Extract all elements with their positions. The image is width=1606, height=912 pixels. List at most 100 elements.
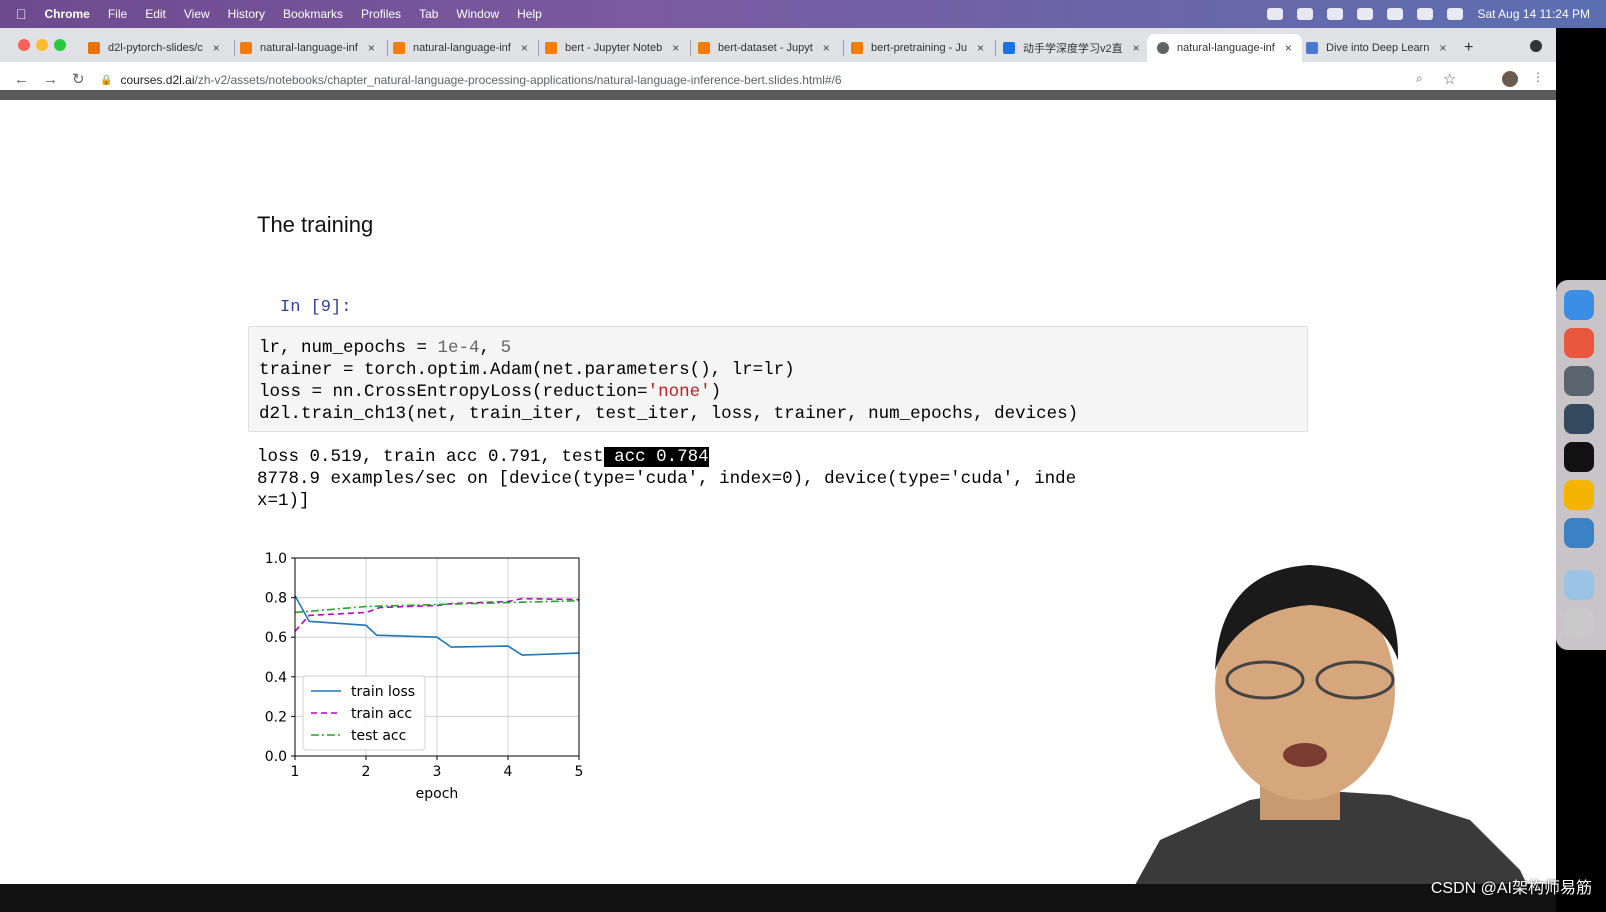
tab-bert-dataset[interactable]: bert-dataset - Jupyt × [698,34,830,62]
keynote-icon[interactable] [1564,518,1594,548]
menu-app-name[interactable]: Chrome [45,7,90,21]
close-icon[interactable]: × [1133,41,1140,55]
chart-xlabel: epoch [416,786,459,802]
tab-separator [234,40,235,56]
slide-progress-bar [0,90,1556,100]
tab-bert-jupyter[interactable]: bert - Jupyter Noteb × [545,34,679,62]
moon-icon[interactable] [1357,8,1374,20]
plus-icon: + [1464,39,1474,56]
code-line-1: lr, num_epochs = 1e-4, 5 [259,338,512,358]
cloud-icon[interactable] [1327,8,1344,20]
tab-label: natural-language-inf [413,42,511,54]
globe-icon [1157,42,1169,54]
finder-icon[interactable] [1564,290,1594,320]
output-line-3: x=1)] [257,491,310,511]
safari-icon[interactable] [1564,404,1594,434]
x-tick-label: 1 [291,764,300,780]
tab-natural-language-inf-2[interactable]: natural-language-inf × [393,34,528,62]
lock-icon[interactable]: 🔒 [100,75,112,86]
menu-file[interactable]: File [108,7,127,21]
new-tab-button[interactable]: + [1464,34,1473,62]
y-tick-label: 0.4 [265,670,287,686]
avatar[interactable] [1502,71,1518,87]
code-line-3: loss = nn.CrossEntropyLoss(reduction='no… [259,382,722,402]
macos-dock [1556,280,1606,650]
watermark-text: CSDN @AI架构师易筋 [1430,880,1592,897]
forward-icon[interactable]: → [43,71,58,88]
tab-natural-language-inf-1[interactable]: natural-language-inf × [240,34,375,62]
minimize-window-button[interactable] [36,39,48,51]
zoom-icon[interactable]: ⌕ [1416,71,1423,86]
tab-d2l-pytorch-slides[interactable]: d2l-pytorch-slides/c × [88,34,220,62]
y-tick-label: 1.0 [265,551,287,567]
launchpad-icon[interactable] [1564,328,1594,358]
presenter-mouth [1283,743,1327,767]
close-icon[interactable]: × [977,41,984,55]
apple-icon[interactable]:  [16,6,27,22]
menu-kebab-icon[interactable]: ⋮ [1532,70,1544,84]
selected-text[interactable]: acc 0.784 [603,447,709,467]
tab-label: natural-language-inf [260,42,358,54]
status-dropbox-icon[interactable] [1297,8,1314,20]
close-icon[interactable]: × [1285,41,1292,55]
tab-label: Dive into Deep Learn [1326,42,1430,54]
menu-edit[interactable]: Edit [145,7,166,21]
close-icon[interactable]: × [1439,41,1446,55]
cell-prompt: In [9]: [280,298,352,317]
tab-label: bert - Jupyter Noteb [565,42,663,54]
url-path: /zh-v2/assets/notebooks/chapter_natural-… [194,73,842,87]
y-tick-label: 0.8 [265,591,287,607]
reload-icon[interactable]: ↻ [72,70,85,88]
status-app-icon[interactable] [1267,8,1284,20]
preview-icon[interactable] [1564,570,1594,600]
chrome-icon[interactable] [1564,480,1594,510]
tab-separator [995,40,996,56]
close-window-button[interactable] [18,39,30,51]
legend-label: train loss [351,684,415,700]
url-domain: courses.d2l.ai [120,73,195,87]
x-tick-label: 5 [575,764,584,780]
tab-natural-language-inf-active[interactable]: natural-language-inf × [1147,34,1302,62]
tab-d2l-live[interactable]: 动手学深度学习v2直 × [1003,34,1140,62]
y-tick-label: 0.6 [265,630,287,646]
close-icon[interactable]: × [368,41,375,55]
control-center-icon[interactable] [1447,8,1464,20]
close-icon[interactable]: × [823,41,830,55]
trash-icon[interactable] [1564,608,1594,638]
code-cell[interactable]: lr, num_epochs = 1e-4, 5 trainer = torch… [248,326,1308,432]
menubar-clock[interactable]: Sat Aug 14 11:24 PM [1477,7,1590,21]
menu-tab[interactable]: Tab [419,7,438,21]
terminal-icon[interactable] [1564,442,1594,472]
tab-separator [843,40,844,56]
tab-favicon-icon [393,42,405,54]
x-tick-label: 4 [504,764,513,780]
tab-favicon-icon [698,42,710,54]
back-icon[interactable]: ← [14,71,29,88]
macos-menu-bar:  Chrome File Edit View History Bookmark… [0,0,1606,28]
system-preferences-icon[interactable] [1564,366,1594,396]
zoom-window-button[interactable] [54,39,66,51]
menu-history[interactable]: History [228,7,265,21]
menu-help[interactable]: Help [517,7,542,21]
bookmark-star-icon[interactable]: ☆ [1443,70,1456,88]
close-icon[interactable]: × [521,41,528,55]
address-bar[interactable]: 🔒 courses.d2l.ai/zh-v2/assets/notebooks/… [100,69,1510,91]
tab-favicon-icon [851,42,863,54]
close-icon[interactable]: × [672,41,679,55]
menu-bookmarks[interactable]: Bookmarks [283,7,343,21]
menu-view[interactable]: View [184,7,210,21]
close-icon[interactable]: × [213,41,220,55]
tab-dive-into-deep-learning[interactable]: Dive into Deep Learn × [1306,34,1446,62]
tab-label: d2l-pytorch-slides/c [108,42,203,54]
bottom-bar [0,884,1556,912]
menu-profiles[interactable]: Profiles [361,7,401,21]
tab-strip: d2l-pytorch-slides/c × natural-language-… [0,28,1556,62]
tab-bert-pretraining[interactable]: bert-pretraining - Ju × [851,34,984,62]
menu-window[interactable]: Window [456,7,499,21]
wifi-icon[interactable] [1387,8,1404,20]
search-icon[interactable] [1417,8,1434,20]
tab-search-icon[interactable] [1530,40,1542,52]
tab-favicon-icon [1003,42,1015,54]
output-line-2: 8778.9 examples/sec on [device(type='cud… [257,469,1077,489]
legend-label: test acc [351,728,406,744]
